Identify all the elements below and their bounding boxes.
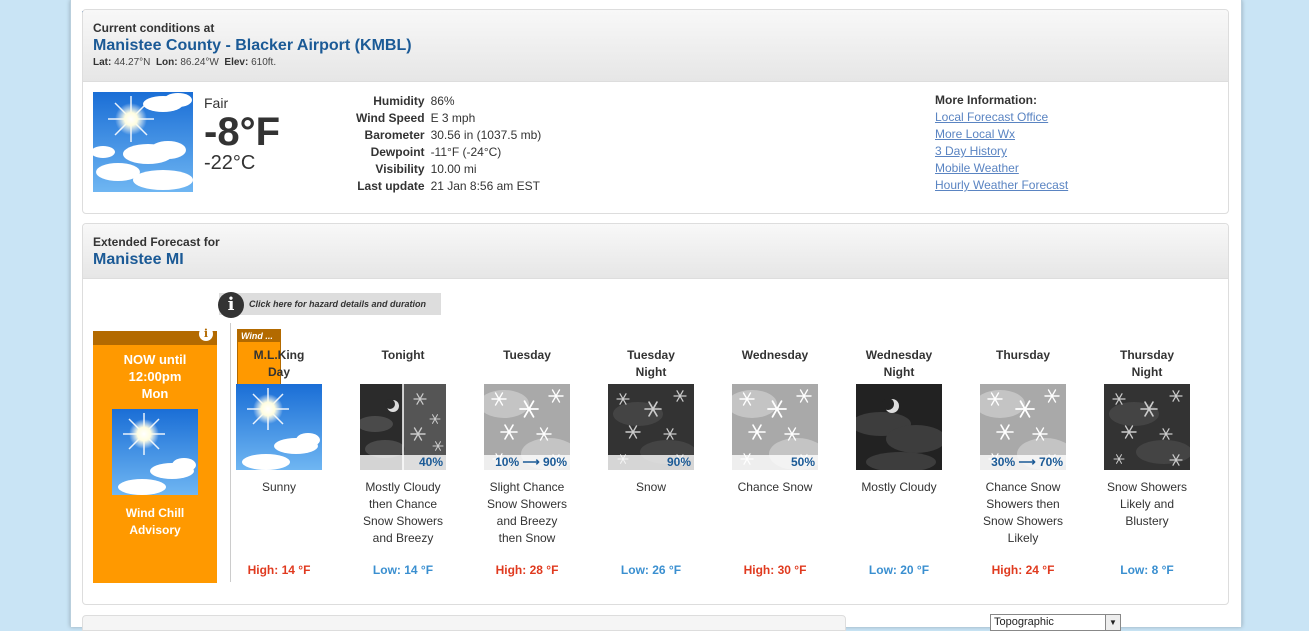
- detail-label: Dewpoint: [370, 144, 425, 159]
- mostly-cloudy-night-icon[interactable]: [856, 384, 942, 470]
- high-temp: High: 14 °F: [247, 563, 311, 577]
- high-temp: High: 28 °F: [495, 563, 559, 577]
- precip-probability: 10% ⟶ 90%: [484, 455, 570, 470]
- high-temp: High: 24 °F: [991, 563, 1055, 577]
- more-info-link[interactable]: Local Forecast Office: [935, 109, 1068, 126]
- period-description: Mostly Cloudy then Chance Snow Showers and …: [362, 480, 444, 545]
- period-description: Sunny: [261, 480, 297, 494]
- period-name: Wednesday: [741, 348, 809, 362]
- advisory-info-icon[interactable]: i: [199, 327, 213, 341]
- sunny-icon[interactable]: [236, 384, 322, 470]
- forecast-period[interactable]: Tuesday Night 90% Snow Low: 26 °F: [589, 347, 713, 577]
- period-name: Tuesday: [503, 348, 551, 362]
- period-name: Tuesday Night: [627, 348, 675, 379]
- detail-label: Visibility: [375, 161, 425, 176]
- more-info-link[interactable]: 3 Day History: [935, 143, 1068, 160]
- detail-value: 30.56 in (1037.5 mb): [430, 127, 542, 142]
- precip-probability: 30% ⟶ 70%: [980, 455, 1066, 470]
- station-name: Manistee County - Blacker Airport (KMBL): [93, 37, 412, 54]
- extended-forecast-label: Extended Forecast for: [93, 235, 220, 249]
- forecast-period[interactable]: Thursday 30% ⟶ 70% Chance Snow Showers then…: [961, 347, 1085, 577]
- period-description: Snow: [635, 480, 667, 494]
- more-information-title: More Information:: [935, 93, 1037, 107]
- current-conditions-panel: Current conditions at Manistee County - …: [82, 9, 1229, 214]
- station-coords: Lat: 44.27°N Lon: 86.24°W Elev: 610ft.: [93, 57, 277, 68]
- snow-showers-night-icon[interactable]: [1104, 384, 1190, 470]
- low-temp: Low: 8 °F: [1120, 563, 1174, 577]
- detail-row: Wind Speed E 3 mph: [353, 109, 544, 126]
- now-until-title: NOW until 12:00pm Mon: [123, 352, 187, 401]
- detail-row: Visibility 10.00 mi: [353, 160, 544, 177]
- period-description: Chance Snow: [737, 480, 813, 494]
- low-temp: Low: 20 °F: [868, 563, 930, 577]
- forecast-period[interactable]: Tonight 40% Mostly Cloudy then Chance Snow S…: [341, 347, 465, 577]
- detail-row: Humidity 86%: [353, 92, 544, 109]
- period-name: M.L.King Day: [253, 348, 305, 379]
- forecast-period[interactable]: Wednesday Night Mostly Cloudy Low: 20 °F: [837, 347, 961, 577]
- hazard-details-button[interactable]: i Click here for hazard details and dura…: [218, 292, 441, 318]
- forecast-period[interactable]: M.L.King Day Sunny High: 14 °F: [217, 347, 341, 577]
- period-description: Chance Snow Showers then Snow Showers Likel…: [982, 480, 1064, 545]
- period-name: Wednesday Night: [865, 348, 933, 379]
- detail-value: 10.00 mi: [430, 161, 477, 176]
- snow-showers-icon[interactable]: 30% ⟶ 70%: [980, 384, 1066, 470]
- more-info-link[interactable]: Hourly Weather Forecast: [935, 177, 1068, 194]
- precip-probability: 50%: [732, 455, 818, 470]
- extended-forecast-panel: Extended Forecast for Manistee MI i Clic…: [82, 223, 1229, 605]
- precip-probability: 90%: [608, 455, 694, 470]
- forecast-location: Manistee MI: [93, 251, 184, 268]
- sunny-icon: [112, 409, 198, 495]
- period-name: Tonight: [381, 348, 425, 362]
- chevron-down-icon: ▼: [1105, 615, 1120, 630]
- chance-snow-icon[interactable]: 50%: [732, 384, 818, 470]
- detail-label: Last update: [357, 178, 425, 193]
- more-information: More Information: Local Forecast Office M…: [935, 93, 1068, 194]
- hazard-details-label: Click here for hazard details and durati…: [249, 299, 427, 309]
- low-temp: Low: 26 °F: [620, 563, 682, 577]
- detail-row: Last update 21 Jan 8:56 am EST: [353, 177, 544, 194]
- detail-label: Barometer: [364, 127, 425, 142]
- period-name: Thursday: [995, 348, 1050, 362]
- period-description: Slight Chance Snow Showers and Breezy then …: [486, 480, 568, 545]
- map-panel-header: [82, 615, 846, 631]
- low-temp: Low: 14 °F: [372, 563, 434, 577]
- detail-value: 21 Jan 8:56 am EST: [430, 178, 540, 193]
- top-tab-strip[interactable]: [82, 0, 144, 13]
- mostly-cloudy-night-snow-icon[interactable]: 40%: [360, 384, 446, 470]
- high-temp: High: 30 °F: [743, 563, 807, 577]
- conditions-details-table: Humidity 86% Wind Speed E 3 mph Barometer 30.…: [353, 92, 544, 194]
- detail-label: Wind Speed: [356, 110, 425, 125]
- detail-value: E 3 mph: [430, 110, 476, 125]
- current-temp-f: -8°F: [204, 110, 280, 154]
- snow-icon[interactable]: 10% ⟶ 90%: [484, 384, 570, 470]
- info-icon: i: [218, 292, 244, 318]
- extended-forecast-header: Extended Forecast for Manistee MI: [83, 224, 1228, 279]
- current-conditions-header: Current conditions at Manistee County - …: [83, 10, 1228, 82]
- detail-value: 86%: [430, 93, 455, 108]
- more-info-link[interactable]: Mobile Weather: [935, 160, 1068, 177]
- wind-chill-advisory[interactable]: Wind Chill Advisory: [93, 505, 217, 539]
- detail-value: -11°F (-24°C): [430, 144, 502, 159]
- map-type-select[interactable]: Topographic ▼: [990, 614, 1121, 631]
- current-condition-text: Fair: [204, 95, 229, 111]
- more-info-link[interactable]: More Local Wx: [935, 126, 1068, 143]
- forecast-period[interactable]: Thursday Night Snow Showers Likely and Blust…: [1085, 347, 1209, 577]
- period-description: Mostly Cloudy: [861, 480, 937, 494]
- detail-row: Dewpoint -11°F (-24°C): [353, 143, 544, 160]
- fair-weather-icon: [91, 92, 193, 192]
- page-container: Current conditions at Manistee County - …: [70, 0, 1242, 631]
- detail-label: Humidity: [373, 93, 425, 108]
- snow-night-icon[interactable]: 90%: [608, 384, 694, 470]
- current-conditions-label: Current conditions at: [93, 21, 215, 35]
- precip-probability: 40%: [360, 455, 446, 470]
- detail-row: Barometer 30.56 in (1037.5 mb): [353, 126, 544, 143]
- now-advisory-box[interactable]: i NOW until 12:00pm Mon Wind Chill Advis…: [93, 327, 217, 583]
- current-temp-c: -22°C: [204, 152, 256, 174]
- period-name: Thursday Night: [1119, 348, 1174, 379]
- forecast-period[interactable]: Tuesday 10% ⟶ 90% Slight Chance Snow Shower…: [465, 347, 589, 577]
- period-description: Snow Showers Likely and Blustery: [1106, 480, 1188, 528]
- forecast-period[interactable]: Wednesday 50% Chance Snow High: 30 °F: [713, 347, 837, 577]
